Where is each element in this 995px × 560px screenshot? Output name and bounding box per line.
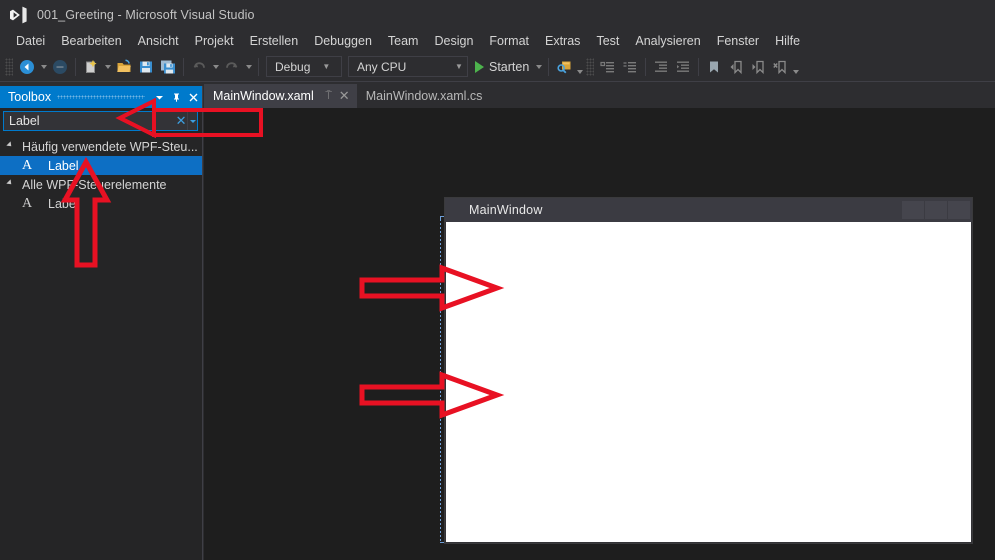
menu-item-datei[interactable]: Datei bbox=[8, 32, 53, 50]
undo-icon[interactable] bbox=[188, 56, 210, 78]
toolbar-overflow-icon[interactable] bbox=[791, 56, 801, 78]
menu-item-bearbeiten[interactable]: Bearbeiten bbox=[53, 32, 129, 50]
label-control-icon: A bbox=[22, 157, 33, 173]
start-debug-button[interactable]: Starten bbox=[471, 56, 533, 78]
clear-bookmarks-icon[interactable] bbox=[769, 56, 791, 78]
chevron-down-icon[interactable]: ▼ bbox=[451, 62, 467, 71]
uncomment-selection-icon[interactable] bbox=[619, 56, 641, 78]
design-window-caption-buttons bbox=[901, 201, 970, 219]
standard-toolbar: Debug ▼ Any CPU ▼ Starten bbox=[0, 52, 995, 82]
toolbar-separator bbox=[698, 57, 700, 76]
arrow-to-designer-top bbox=[359, 264, 505, 312]
design-window-caption: MainWindow bbox=[445, 198, 972, 222]
menu-item-ansicht[interactable]: Ansicht bbox=[130, 32, 187, 50]
save-all-icon[interactable] bbox=[157, 56, 179, 78]
pin-icon[interactable]: ⍑ bbox=[323, 90, 335, 103]
design-preview-window[interactable]: MainWindow bbox=[444, 197, 973, 544]
decrease-indent-icon[interactable] bbox=[650, 56, 672, 78]
window-title: 001_Greeting - Microsoft Visual Studio bbox=[37, 8, 255, 22]
toolbar-separator bbox=[548, 57, 550, 76]
save-icon[interactable] bbox=[135, 56, 157, 78]
menu-item-design[interactable]: Design bbox=[426, 32, 481, 50]
document-tab-strip: MainWindow.xaml ⍑ ✕ MainWindow.xaml.cs bbox=[204, 84, 995, 108]
design-window-title: MainWindow bbox=[469, 203, 543, 217]
navigate-back-dropdown-icon[interactable] bbox=[38, 56, 49, 78]
close-icon[interactable]: ✕ bbox=[338, 88, 351, 104]
comment-selection-icon[interactable] bbox=[597, 56, 619, 78]
arrow-to-label-item bbox=[60, 156, 112, 268]
increase-indent-icon[interactable] bbox=[672, 56, 694, 78]
solution-configuration-combo[interactable]: Debug ▼ bbox=[266, 56, 342, 77]
toolbox-panel: Toolbox ✕ bbox=[0, 86, 203, 560]
xaml-designer-surface[interactable]: MainWindow bbox=[204, 108, 995, 560]
maximize-button[interactable] bbox=[925, 201, 947, 219]
start-debug-label: Starten bbox=[489, 59, 530, 74]
menu-item-format[interactable]: Format bbox=[481, 32, 537, 50]
close-button[interactable] bbox=[948, 201, 970, 219]
open-file-icon[interactable] bbox=[113, 56, 135, 78]
tab-mainwindow-xaml-cs[interactable]: MainWindow.xaml.cs bbox=[357, 84, 489, 108]
toggle-bookmark-icon[interactable] bbox=[703, 56, 725, 78]
toolbox-group-label: Häufig verwendete WPF-Steu... bbox=[22, 139, 198, 154]
visual-studio-logo-icon bbox=[8, 5, 28, 25]
navigate-forward-icon[interactable] bbox=[49, 56, 71, 78]
toolbar-separator bbox=[75, 57, 76, 76]
toolbar-separator bbox=[258, 57, 259, 76]
tab-label: MainWindow.xaml.cs bbox=[365, 89, 483, 103]
new-project-dropdown-icon[interactable] bbox=[102, 56, 113, 78]
new-project-icon[interactable] bbox=[80, 56, 102, 78]
toolbox-title: Toolbox bbox=[8, 90, 52, 104]
toolbar-overflow-icon[interactable] bbox=[575, 56, 585, 78]
toolbar-grip[interactable] bbox=[586, 57, 595, 76]
title-bar: 001_Greeting - Microsoft Visual Studio bbox=[0, 0, 995, 30]
arrow-to-designer-lower bbox=[359, 371, 505, 419]
undo-dropdown-icon[interactable] bbox=[210, 56, 221, 78]
arrow-to-toolbox-search bbox=[115, 97, 264, 139]
play-icon bbox=[475, 60, 484, 73]
navigate-back-icon[interactable] bbox=[16, 56, 38, 78]
toolbar-grip[interactable] bbox=[5, 57, 13, 76]
expander-expanded-icon[interactable] bbox=[6, 178, 18, 191]
menu-item-extras[interactable]: Extras bbox=[537, 32, 588, 50]
menu-item-erstellen[interactable]: Erstellen bbox=[242, 32, 307, 50]
label-control-icon: A bbox=[22, 195, 33, 211]
toolbar-separator bbox=[183, 57, 184, 76]
solution-platform-value: Any CPU bbox=[357, 59, 407, 74]
toolbox-group-haeufig-verwendete-wpf-steuerelemente[interactable]: Häufig verwendete WPF-Steu... bbox=[0, 137, 202, 156]
redo-dropdown-icon[interactable] bbox=[243, 56, 254, 78]
design-window-client-area[interactable] bbox=[446, 222, 971, 542]
visual-studio-window: 001_Greeting - Microsoft Visual Studio D… bbox=[0, 0, 995, 560]
solution-platform-combo[interactable]: Any CPU ▼ bbox=[348, 56, 468, 77]
menu-bar: Datei Bearbeiten Ansicht Projekt Erstell… bbox=[0, 30, 995, 52]
menu-item-analysieren[interactable]: Analysieren bbox=[627, 32, 708, 50]
chevron-down-icon[interactable]: ▼ bbox=[318, 62, 334, 71]
menu-item-projekt[interactable]: Projekt bbox=[187, 32, 242, 50]
redo-icon[interactable] bbox=[221, 56, 243, 78]
menu-item-debuggen[interactable]: Debuggen bbox=[306, 32, 380, 50]
toolbar-separator bbox=[645, 57, 647, 76]
menu-item-hilfe[interactable]: Hilfe bbox=[767, 32, 808, 50]
menu-item-fenster[interactable]: Fenster bbox=[709, 32, 767, 50]
previous-bookmark-icon[interactable] bbox=[725, 56, 747, 78]
next-bookmark-icon[interactable] bbox=[747, 56, 769, 78]
find-in-files-icon[interactable] bbox=[553, 56, 575, 78]
menu-item-team[interactable]: Team bbox=[380, 32, 427, 50]
solution-configuration-value: Debug bbox=[275, 59, 311, 74]
start-debug-dropdown-icon[interactable] bbox=[533, 56, 544, 78]
minimize-button[interactable] bbox=[902, 201, 924, 219]
menu-item-test[interactable]: Test bbox=[588, 32, 627, 50]
expander-expanded-icon[interactable] bbox=[6, 140, 18, 153]
